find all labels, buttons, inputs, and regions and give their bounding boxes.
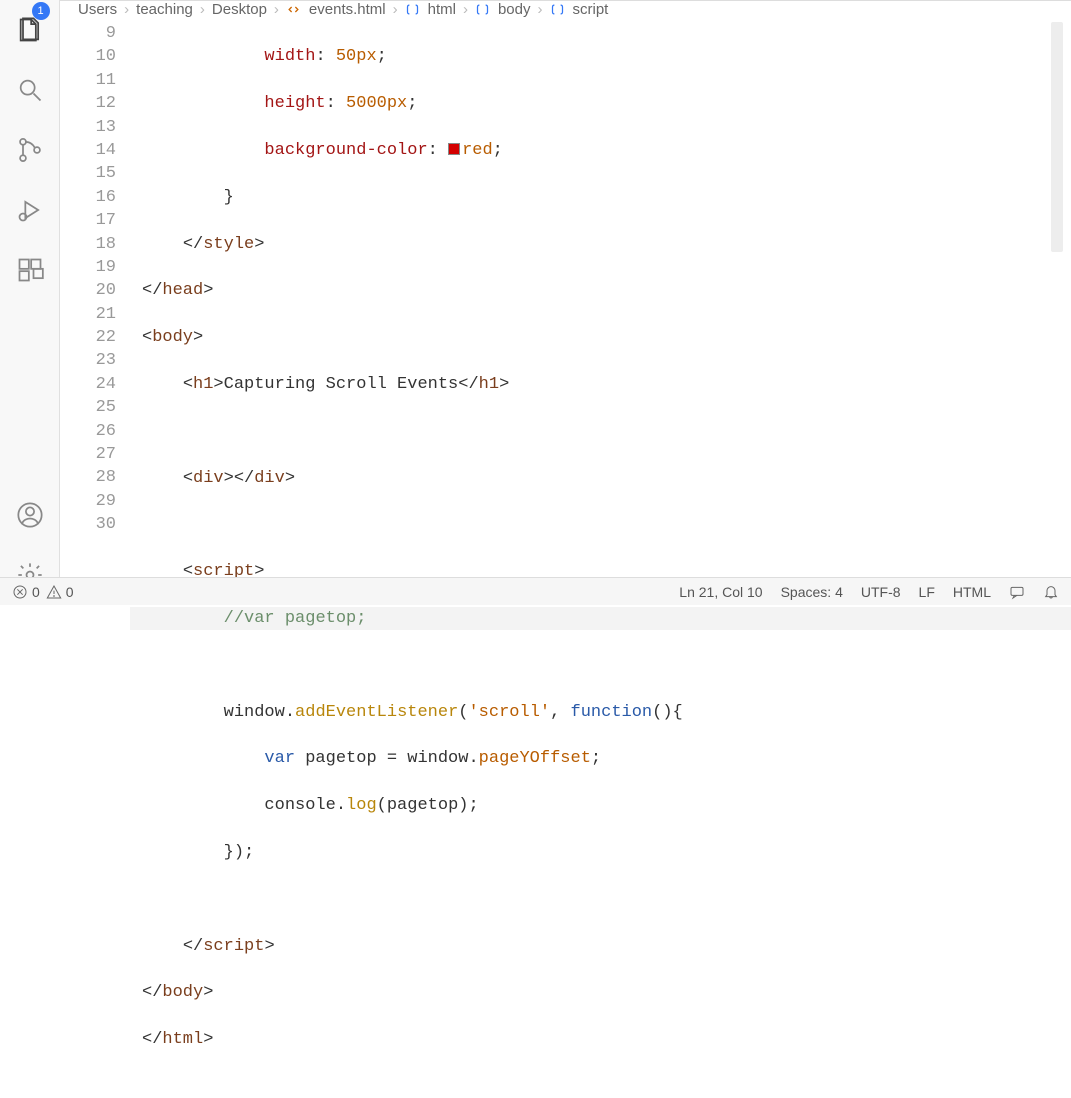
editor-main: Users › teaching › Desktop › events.html › h… — [60, 0, 1071, 577]
code-editor[interactable]: 9101112131415161718192021222324252627282… — [60, 18, 1071, 1098]
status-indent[interactable]: Spaces: 4 — [781, 584, 843, 600]
breadcrumb-item[interactable]: body — [498, 1, 531, 18]
search-icon[interactable] — [0, 60, 60, 120]
account-icon[interactable] — [0, 485, 60, 545]
chevron-right-icon: › — [274, 1, 279, 18]
code-content[interactable]: width: 50px; height: 5000px; background-… — [130, 18, 1071, 1098]
status-eol[interactable]: LF — [919, 584, 935, 600]
status-lncol[interactable]: Ln 21, Col 10 — [679, 584, 762, 600]
breadcrumb-item[interactable]: events.html — [309, 1, 386, 18]
chevron-right-icon: › — [463, 1, 468, 18]
symbol-icon — [475, 2, 490, 17]
run-debug-icon[interactable] — [0, 180, 60, 240]
status-warnings[interactable]: 0 — [46, 584, 74, 600]
chevron-right-icon: › — [200, 1, 205, 18]
file-code-icon — [286, 2, 301, 17]
activity-bar: 1 — [0, 0, 60, 605]
line-number-gutter: 9101112131415161718192021222324252627282… — [60, 18, 130, 1098]
symbol-icon — [550, 2, 565, 17]
symbol-icon — [405, 2, 420, 17]
chevron-right-icon: › — [538, 1, 543, 18]
breadcrumb-item[interactable]: Desktop — [212, 1, 267, 18]
status-bar: 0 0 Ln 21, Col 10 Spaces: 4 UTF-8 LF HTM… — [0, 577, 1071, 605]
chevron-right-icon: › — [393, 1, 398, 18]
breadcrumb-item[interactable]: script — [573, 1, 609, 18]
breadcrumb-item[interactable]: html — [428, 1, 456, 18]
chevron-right-icon: › — [124, 1, 129, 18]
breadcrumb-item[interactable]: Users — [78, 1, 117, 18]
feedback-icon[interactable] — [1009, 584, 1025, 600]
bell-icon[interactable] — [1043, 584, 1059, 600]
minimap-scrollbar[interactable] — [1051, 22, 1063, 252]
status-errors[interactable]: 0 — [12, 584, 40, 600]
color-swatch[interactable] — [448, 143, 460, 155]
status-language[interactable]: HTML — [953, 584, 991, 600]
breadcrumb-item[interactable]: teaching — [136, 1, 193, 18]
source-control-icon[interactable] — [0, 120, 60, 180]
explorer-icon[interactable]: 1 — [0, 0, 60, 60]
breadcrumb[interactable]: Users › teaching › Desktop › events.html › h… — [60, 1, 1071, 18]
extensions-icon[interactable] — [0, 240, 60, 300]
explorer-badge: 1 — [32, 2, 50, 20]
status-encoding[interactable]: UTF-8 — [861, 584, 901, 600]
